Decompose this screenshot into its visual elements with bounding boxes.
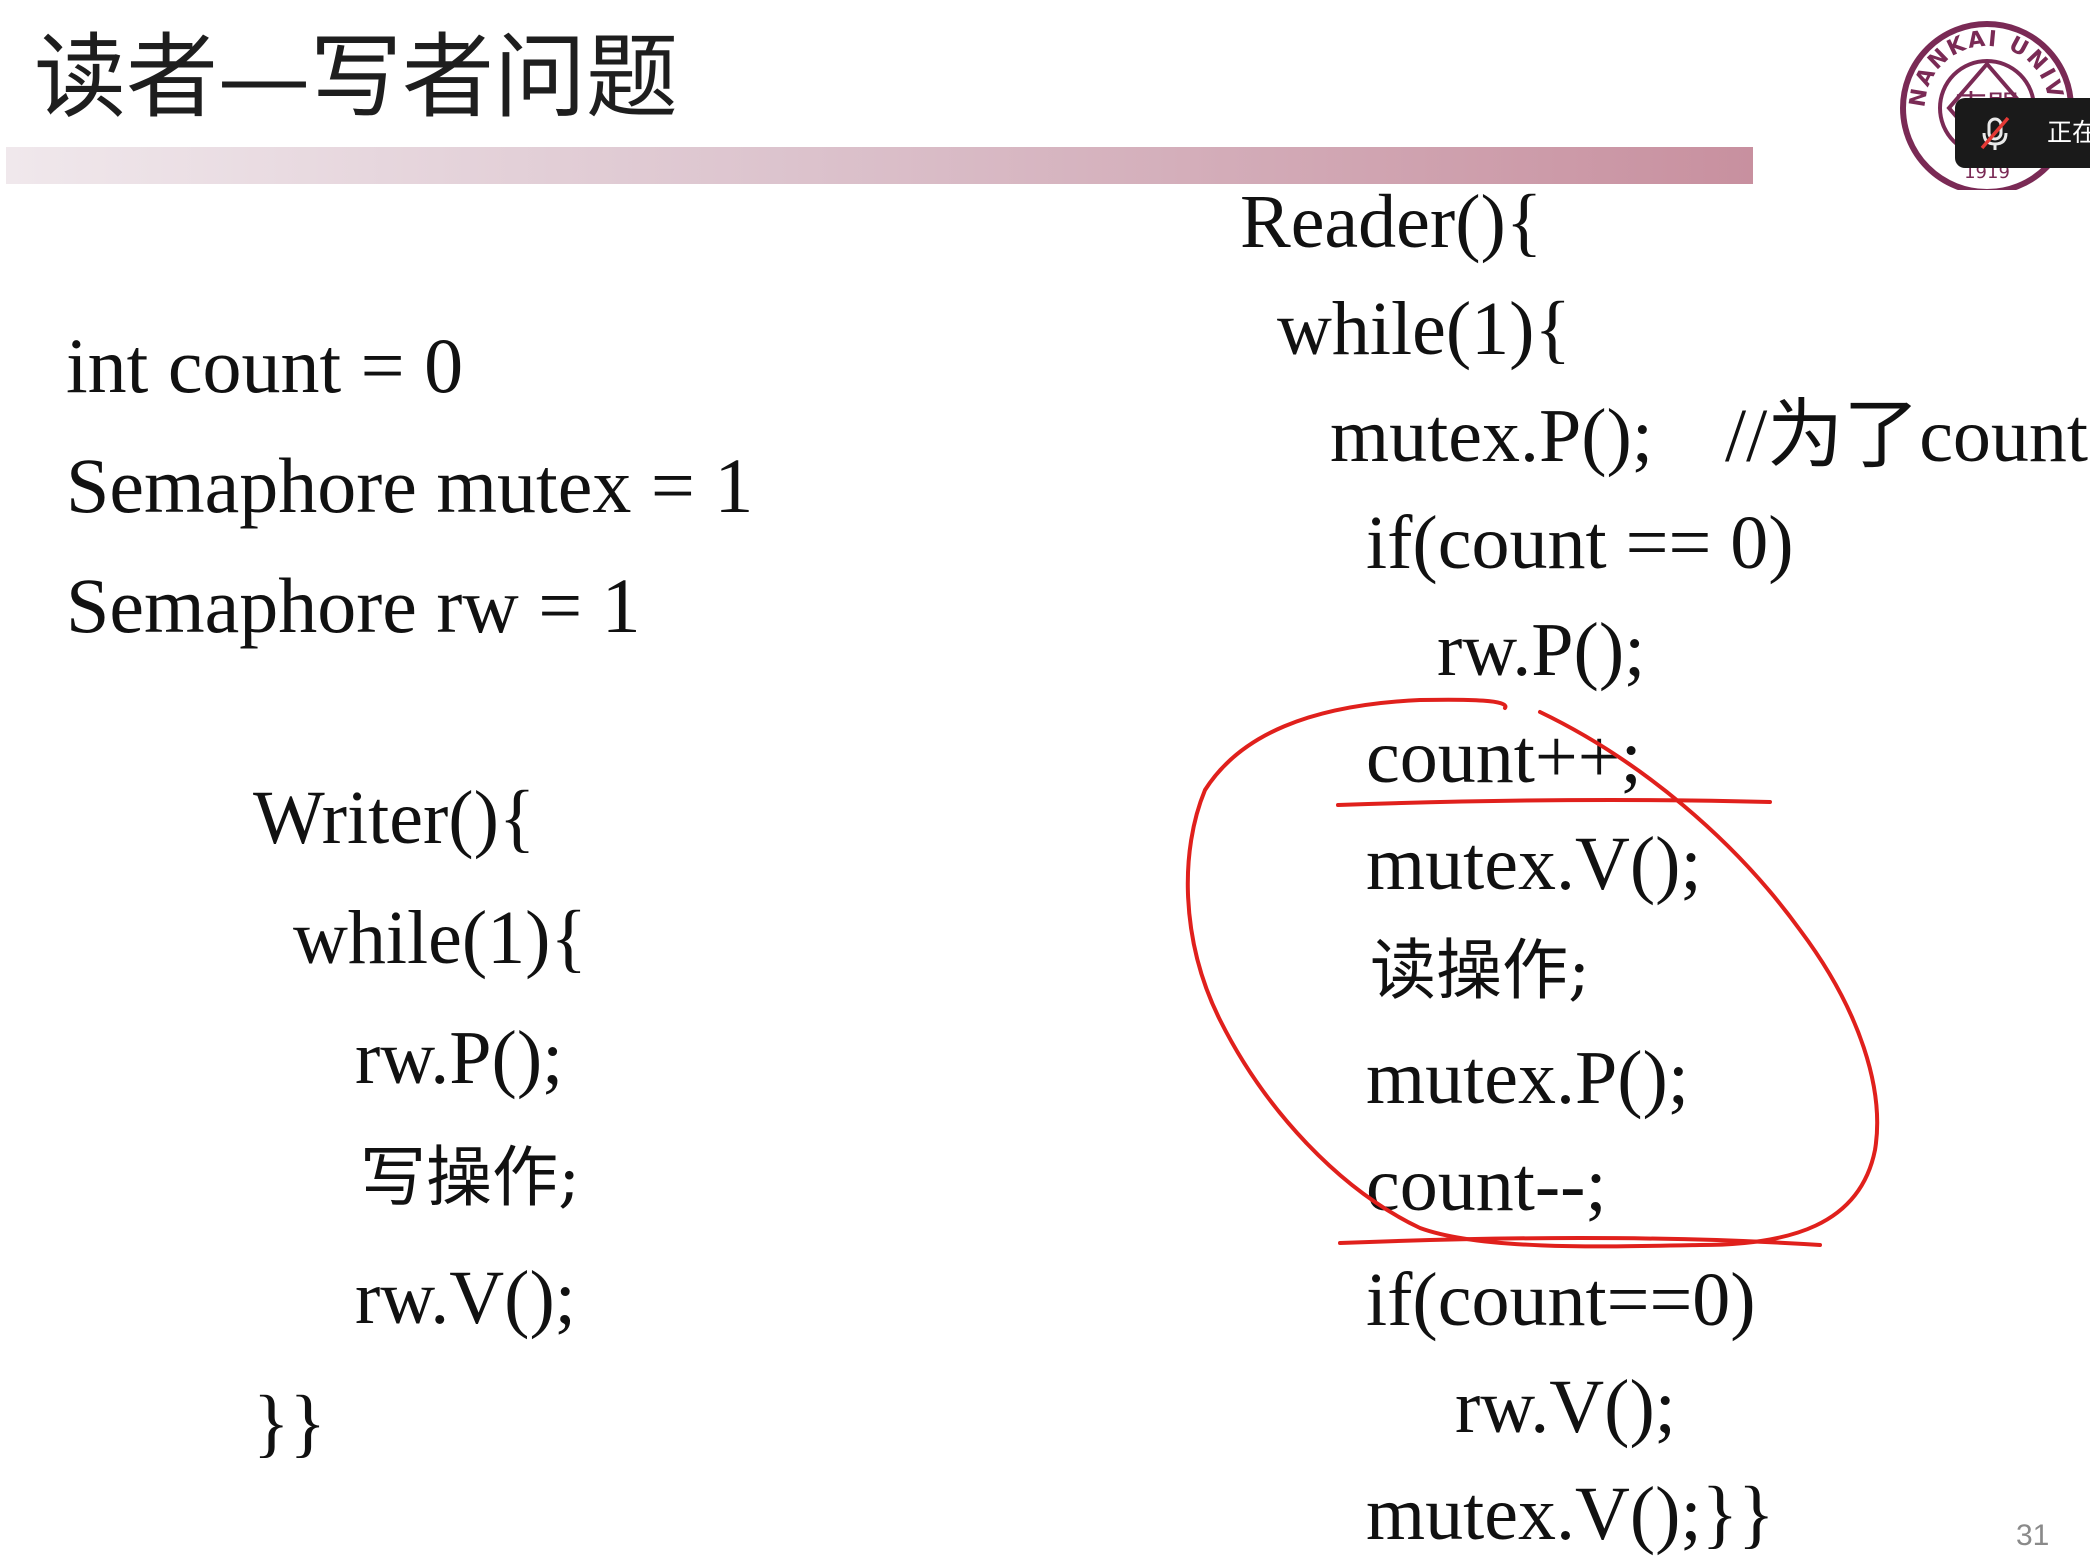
reader-read-op: 读操作;	[1370, 932, 1591, 1009]
meeting-status-overlay[interactable]: 正在	[1955, 98, 2090, 168]
declaration-rw: Semaphore rw = 1	[66, 562, 641, 649]
reader-rw-p: rw.P();	[1437, 608, 1646, 692]
annotation-underline-decrement	[1338, 1235, 1822, 1247]
writer-write-op: 写操作;	[360, 1139, 581, 1216]
reader-header: Reader(){	[1240, 180, 1543, 264]
reader-comment: //为了count	[1724, 394, 2089, 478]
reader-decrement: count--;	[1366, 1143, 1607, 1227]
reader-closing: mutex.V();}}	[1366, 1472, 1775, 1556]
reader-rw-v: rw.V();	[1455, 1365, 1676, 1449]
declaration-mutex: Semaphore mutex = 1	[66, 442, 754, 529]
slide-title: 读者—写者问题	[34, 24, 679, 131]
declaration-count: int count = 0	[66, 322, 464, 409]
reader-mutex-p-second: mutex.P();	[1366, 1036, 1689, 1120]
reader-mutex-v-first: mutex.V();	[1366, 822, 1702, 906]
reader-mutex-p-first: mutex.P(); //为了count	[1330, 390, 2088, 482]
writer-rw-p: rw.P();	[355, 1016, 564, 1100]
muted-microphone-icon[interactable]	[1975, 113, 2015, 153]
reader-increment: count++;	[1366, 715, 1642, 799]
writer-closing: }}	[253, 1381, 326, 1465]
writer-header: Writer(){	[253, 776, 536, 860]
reader-loop: while(1){	[1277, 287, 1571, 371]
reader-if-zero-second: if(count==0)	[1366, 1258, 1756, 1342]
writer-rw-v: rw.V();	[355, 1256, 576, 1340]
meeting-status-text: 正在	[2047, 118, 2090, 147]
writer-loop: while(1){	[293, 896, 587, 980]
reader-if-zero: if(count == 0)	[1366, 501, 1794, 585]
reader-mutex-p-first-code: mutex.P();	[1330, 394, 1653, 478]
page-number: 31	[2016, 1519, 2050, 1552]
